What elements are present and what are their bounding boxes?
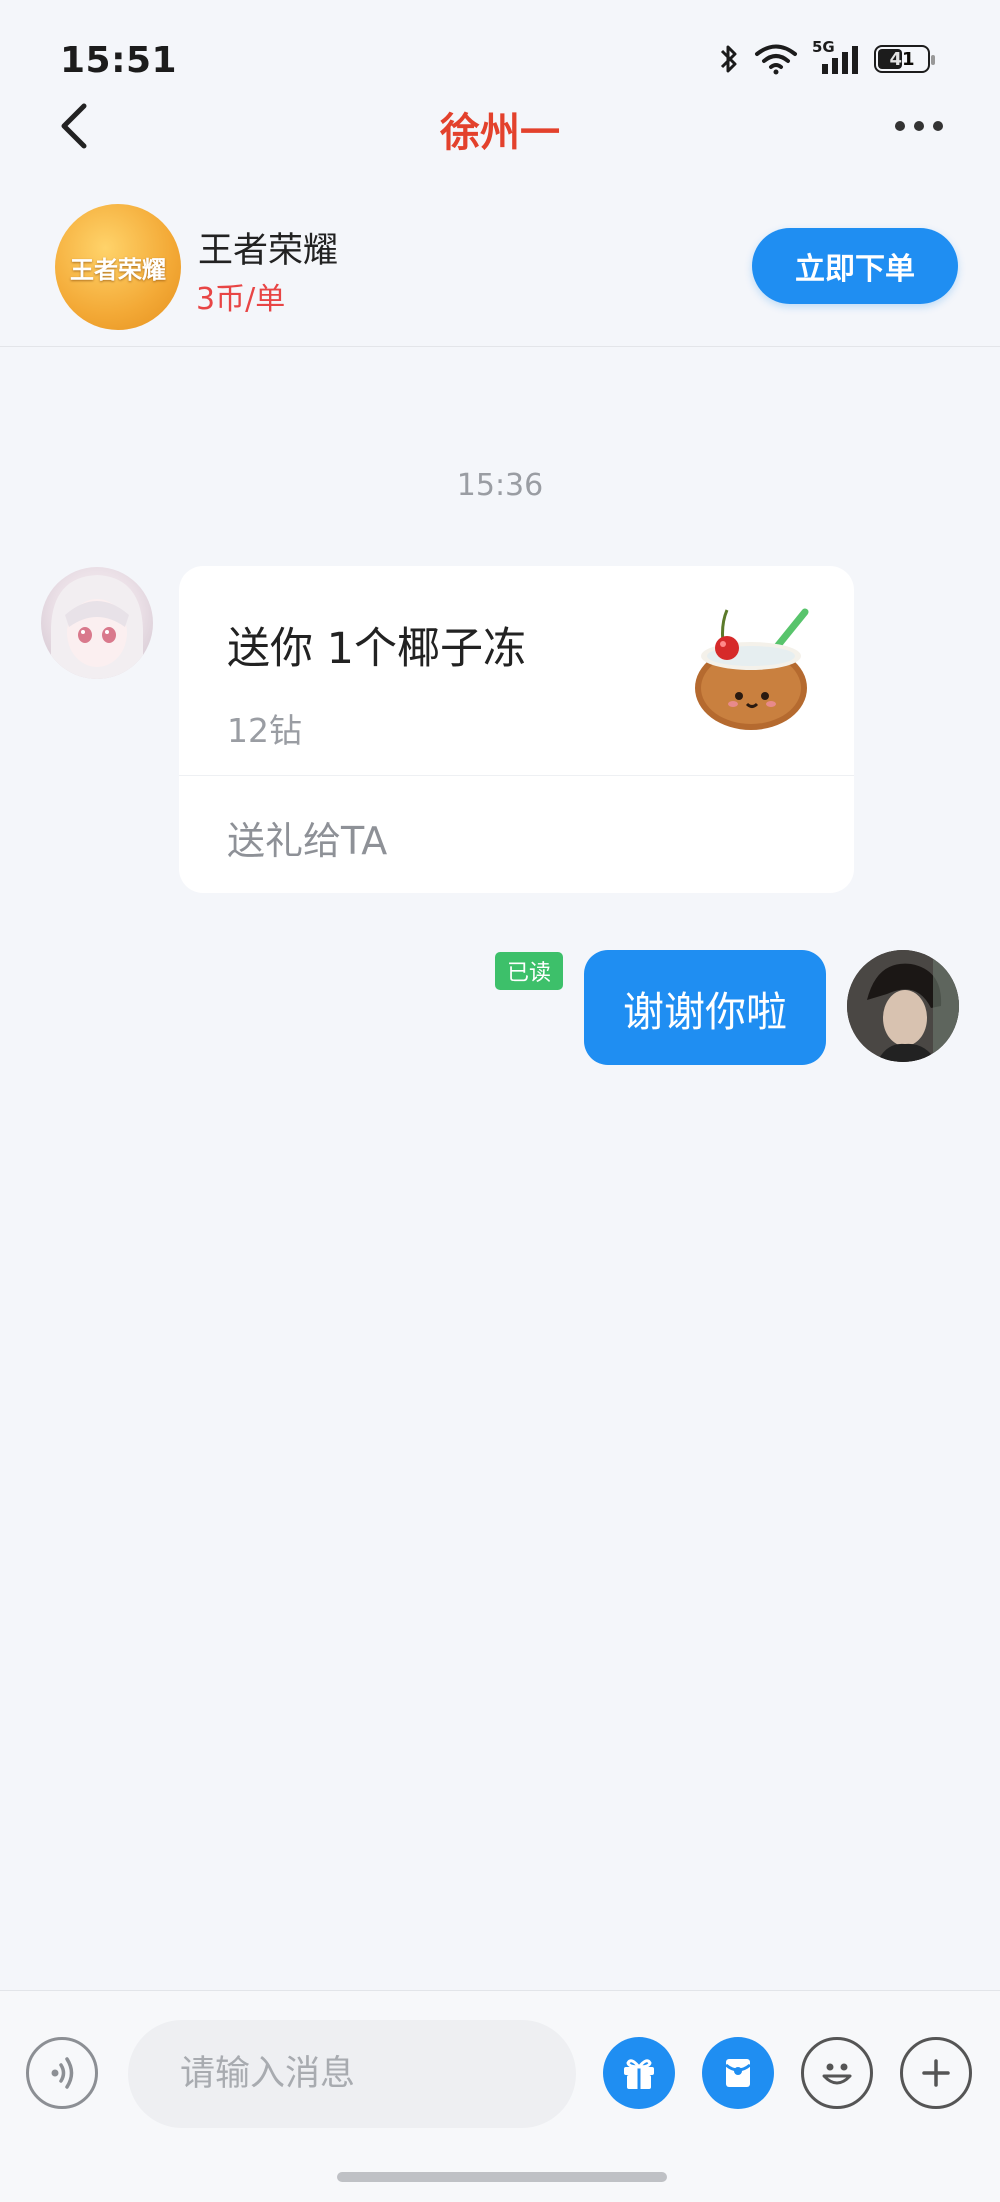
status-icons: 5G 41 [718,38,935,76]
message-input[interactable] [128,2020,576,2128]
outgoing-message-bubble[interactable]: 谢谢你啦 [584,950,826,1065]
home-indicator[interactable] [337,2172,667,2182]
gift-title: 送你 1个椰子冻 [227,624,527,674]
voice-icon [51,2057,74,2089]
plus-icon [922,2059,950,2087]
more-dot-icon [914,121,924,131]
battery-icon: 41 [874,45,935,73]
order-now-button[interactable]: 立即下单 [752,228,958,304]
more-actions-button[interactable] [900,2037,972,2109]
anime-girl-avatar-icon [51,575,143,679]
voice-input-button[interactable] [26,2037,98,2109]
read-status-badge: 已读 [495,952,563,990]
network-type: 5G [812,38,835,56]
product-name: 王者荣耀 [198,231,339,271]
bluetooth-icon [720,45,737,73]
gift-card-divider [179,775,854,776]
more-dot-icon [895,121,905,131]
game-logo: 王者荣耀 [55,204,181,330]
gift-button[interactable] [603,2037,675,2109]
product-price: 3币/单 [196,282,286,317]
game-logo-text: 王者荣耀 [70,255,166,284]
more-dot-icon [933,121,943,131]
page-title: 徐州一 [440,110,560,156]
smiley-icon [822,2063,852,2085]
more-options-button[interactable] [884,106,954,146]
user-avatar[interactable] [847,950,959,1062]
cellular-signal-icon: 5G [812,38,860,76]
wifi-icon [755,44,797,75]
send-gift-back-link[interactable]: 送礼给TA [227,810,387,865]
red-packet-button[interactable] [702,2037,774,2109]
contact-avatar[interactable] [41,567,153,679]
message-timestamp: 15:36 [456,468,544,503]
battery-level: 41 [889,48,915,70]
user-photo-avatar-icon [847,950,959,1062]
emoji-button[interactable] [801,2037,873,2109]
gift-icon [624,2059,654,2089]
status-time: 15:51 [60,40,178,81]
red-packet-icon [725,2059,751,2087]
gift-price: 12钻 [227,711,302,750]
coconut-jelly-gift-image [693,604,817,732]
